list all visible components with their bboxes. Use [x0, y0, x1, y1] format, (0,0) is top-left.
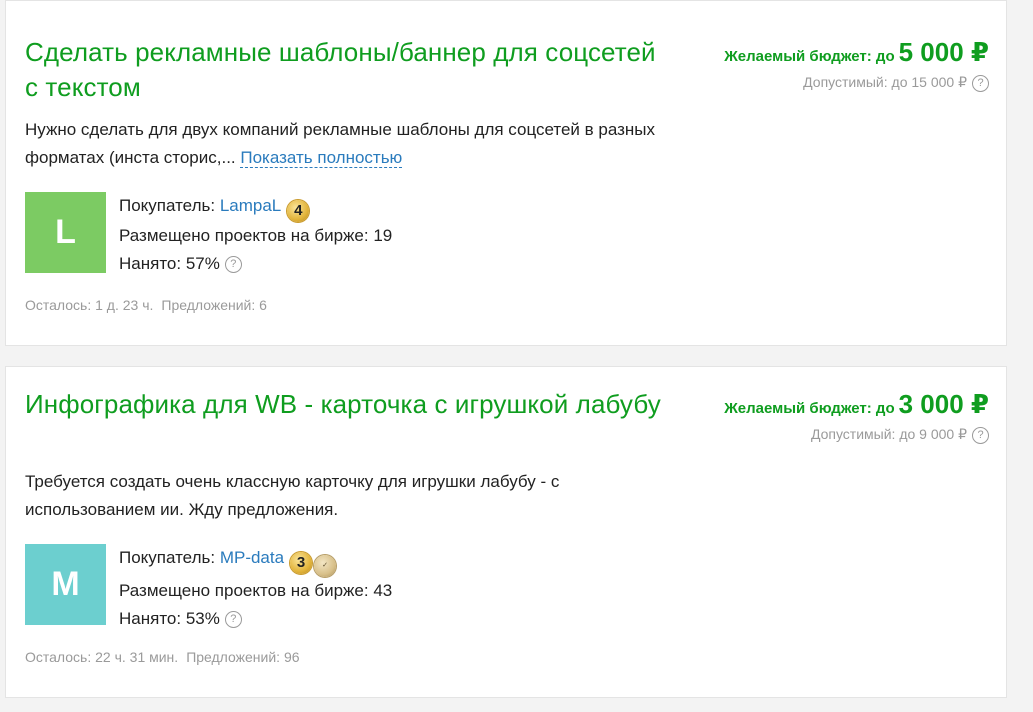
buyer-line: Покупатель: MP-data 3 ✓: [119, 544, 519, 577]
project-description: Требуется создать очень классную карточк…: [25, 468, 665, 524]
budget-block: Желаемый бюджет: до 3 000 ₽ Допустимый: д…: [724, 389, 989, 444]
avatar[interactable]: M: [25, 544, 106, 625]
desired-budget: Желаемый бюджет: до 3 000 ₽: [724, 389, 989, 420]
level-badge-icon[interactable]: 3: [290, 552, 313, 574]
buyer-name-link[interactable]: MP-data: [220, 548, 284, 567]
buyer-label: Покупатель:: [119, 548, 216, 567]
budget-block: Желаемый бюджет: до 5 000 ₽ Допустимый: д…: [724, 37, 989, 92]
level-badge-icon[interactable]: 4: [287, 200, 310, 222]
buyer-label: Покупатель:: [119, 196, 216, 215]
posted-projects: Размещено проектов на бирже: 19: [119, 226, 393, 245]
question-circle-icon[interactable]: ?: [972, 426, 989, 444]
desired-budget-label: Желаемый бюджет: до: [724, 400, 895, 417]
avatar-letter: M: [51, 565, 80, 603]
offers-count: Предложений: 6: [161, 297, 267, 313]
project-title[interactable]: Сделать рекламные шаблоны/баннер для соц…: [25, 35, 665, 105]
posted-projects: Размещено проектов на бирже: 43: [119, 581, 393, 600]
project-title[interactable]: Инфографика для WB - карточка с игрушкой…: [25, 387, 665, 422]
project-footer: Осталось: 1 д. 23 ч. Предложений: 6: [25, 297, 267, 313]
project-card: Инфографика для WB - карточка с игрушкой…: [5, 366, 1007, 698]
avatar[interactable]: L: [25, 192, 106, 273]
show-more-link[interactable]: Показать полностью: [240, 148, 403, 168]
hired-rate-text: Нанято: 57%: [119, 254, 220, 273]
question-circle-icon[interactable]: ?: [224, 611, 242, 629]
buyer-name-link[interactable]: LampaL: [220, 196, 281, 215]
time-left: Осталось: 22 ч. 31 мин.: [25, 649, 179, 665]
desired-budget-amount: 5 000 ₽: [898, 37, 989, 67]
hired-rate: Нанято: 57%?: [119, 250, 519, 278]
desired-budget: Желаемый бюджет: до 5 000 ₽: [724, 37, 989, 68]
hired-rate-text: Нанято: 53%: [119, 609, 220, 628]
buyer-info: Покупатель: MP-data 3 ✓ Размещено проектов…: [119, 544, 519, 633]
allowed-budget-text: Допустимый: до 9 000 ₽: [810, 426, 967, 442]
question-circle-icon[interactable]: ?: [972, 74, 989, 92]
project-card: Сделать рекламные шаблоны/баннер для соц…: [5, 0, 1007, 346]
project-description: Нужно сделать для двух компаний рекламны…: [25, 116, 665, 172]
buyer-line: Покупатель: LampaL 4: [119, 192, 519, 222]
offers-count: Предложений: 96: [186, 649, 300, 665]
time-left: Осталось: 1 д. 23 ч.: [25, 297, 154, 313]
allowed-budget-text: Допустимый: до 15 000 ₽: [803, 74, 967, 90]
avatar-letter: L: [55, 213, 76, 251]
question-circle-icon[interactable]: ?: [224, 256, 242, 274]
desired-budget-amount: 3 000 ₽: [898, 389, 989, 419]
desired-budget-label: Желаемый бюджет: до: [724, 48, 895, 65]
project-footer: Осталось: 22 ч. 31 мин. Предложений: 96: [25, 649, 300, 665]
hired-rate: Нанято: 53%?: [119, 605, 519, 633]
allowed-budget: Допустимый: до 15 000 ₽?: [724, 74, 989, 92]
verified-seal-icon[interactable]: ✓: [314, 555, 337, 577]
buyer-info: Покупатель: LampaL 4 Размещено проектов н…: [119, 192, 519, 278]
description-text: Требуется создать очень классную карточк…: [25, 472, 560, 519]
allowed-budget: Допустимый: до 9 000 ₽?: [724, 426, 989, 444]
